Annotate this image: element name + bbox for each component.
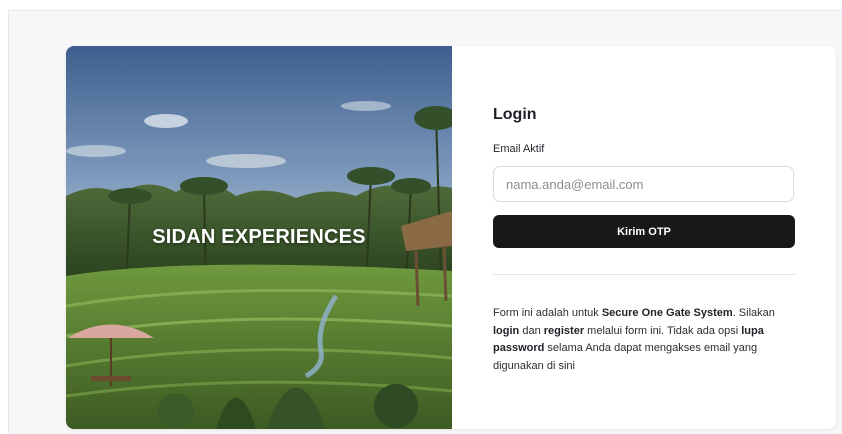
login-title: Login [493,106,537,123]
email-label: Email Aktif [493,143,545,155]
email-input[interactable] [493,166,794,202]
info-text-part: . Silakan [732,307,775,319]
info-text-part: dan [519,324,544,337]
hero-title: SIDAN EXPERIENCES [152,226,366,248]
info-text: Form ini adalah untuk Secure One Gate Sy… [493,305,793,375]
send-otp-button[interactable]: Kirim OTP [493,215,795,248]
login-panel: Login Email Aktif Kirim OTP Form ini ada… [452,46,836,429]
login-card: SIDAN EXPERIENCES Login Email Aktif Kiri… [66,46,836,429]
divider [493,274,796,275]
info-emphasis-system: Secure One Gate System [601,307,733,319]
hero-image: SIDAN EXPERIENCES [66,46,452,429]
info-emphasis-login: login [493,324,520,337]
info-text-part: melalui form ini. Tidak ada opsi [584,324,742,337]
info-emphasis-register: register [543,324,585,337]
info-text-part: Form ini adalah untuk [493,307,602,319]
